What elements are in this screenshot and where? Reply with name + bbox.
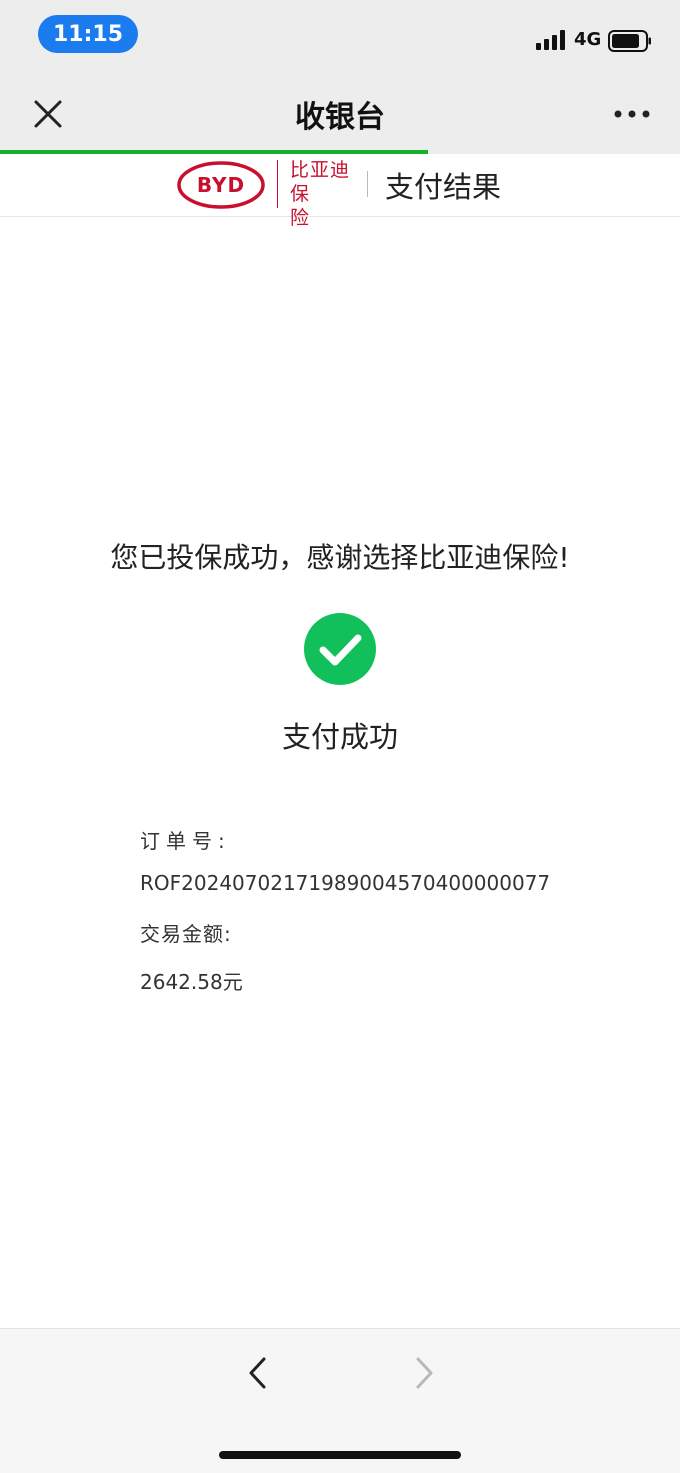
- page-title: 收银台: [295, 100, 385, 135]
- logo-text: BYD: [197, 173, 245, 197]
- title-bar: 收银台: [0, 78, 680, 150]
- back-chevron-icon[interactable]: [244, 1355, 272, 1391]
- signal-icon: [536, 30, 565, 50]
- brand-name-line1: 比亚迪: [290, 159, 351, 181]
- header-separator: [367, 171, 368, 197]
- forward-chevron-icon[interactable]: [410, 1355, 438, 1391]
- status-time: 11:15: [38, 15, 138, 53]
- header-subtitle: 支付结果: [385, 170, 502, 204]
- brand-name: 比亚迪 保险: [290, 158, 354, 230]
- thanks-message: 您已投保成功，感谢选择比亚迪保险!: [110, 541, 570, 574]
- check-circle-icon: [304, 613, 376, 685]
- more-icon[interactable]: [608, 104, 656, 124]
- network-type: 4G: [574, 29, 602, 50]
- brand-header: BYD 比亚迪 保险 支付结果: [0, 154, 680, 229]
- home-indicator: [219, 1451, 461, 1459]
- amount-label: 交易金额:: [140, 922, 232, 946]
- order-number-label: 订单号:: [140, 829, 231, 853]
- status-bar: 11:15 4G: [0, 0, 680, 78]
- close-icon[interactable]: [30, 96, 66, 132]
- order-number-value: ROF20240702171989004570400000077: [140, 871, 551, 895]
- amount-value: 2642.58元: [140, 970, 243, 994]
- bottom-nav-bar: [0, 1328, 680, 1473]
- brand-divider: [277, 160, 278, 208]
- payment-status: 支付成功: [281, 720, 398, 754]
- byd-logo: BYD: [177, 161, 265, 209]
- battery-icon: [608, 30, 651, 52]
- brand-name-line2: 保险: [290, 183, 326, 229]
